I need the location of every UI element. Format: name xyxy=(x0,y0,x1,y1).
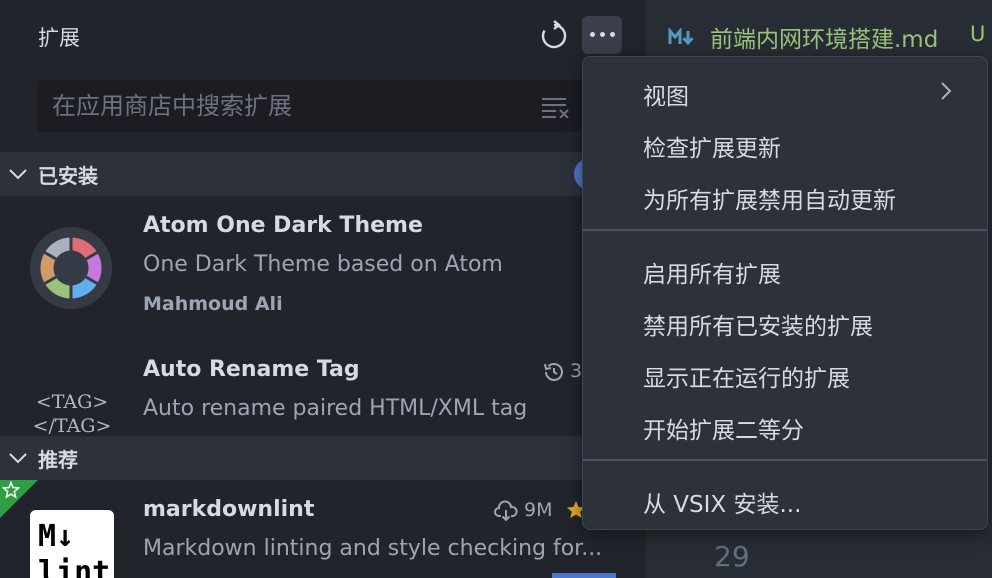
extensions-sidebar: 扩展 已安装 Atom One Dark The xyxy=(0,0,646,578)
extension-description: One Dark Theme based on Atom xyxy=(143,252,503,277)
chevron-down-icon xyxy=(9,169,27,180)
ellipsis-icon xyxy=(610,32,615,37)
editor-tab-title[interactable]: 前端内网环境搭建.md xyxy=(710,20,938,54)
menu-item-enable-all[interactable]: 启用所有扩展 xyxy=(643,255,781,289)
section-installed-header[interactable]: 已安装 xyxy=(0,152,646,196)
menu-separator xyxy=(583,459,987,461)
search-input[interactable] xyxy=(38,80,528,132)
tag-logo-line: <TAG> xyxy=(36,391,108,413)
more-actions-button[interactable] xyxy=(582,16,622,54)
clear-filter-icon[interactable] xyxy=(540,96,570,118)
section-recommended-label: 推荐 xyxy=(38,448,78,472)
install-button-edge[interactable] xyxy=(552,573,616,578)
sidebar-title: 扩展 xyxy=(38,26,80,50)
atom-theme-logo-icon xyxy=(30,227,112,309)
menu-item-disable-auto-update[interactable]: 为所有扩展禁用自动更新 xyxy=(643,181,896,215)
section-installed-label: 已安装 xyxy=(38,164,98,188)
tab-git-status: U xyxy=(970,22,986,46)
extension-publisher: Mahmoud Ali xyxy=(143,293,283,315)
extension-stat: 3 xyxy=(570,360,583,382)
extension-name: Auto Rename Tag xyxy=(143,357,360,382)
chevron-down-icon xyxy=(9,453,27,464)
extension-name: Atom One Dark Theme xyxy=(143,213,423,238)
menu-item-start-bisect[interactable]: 开始扩展二等分 xyxy=(643,411,804,445)
section-recommended-header[interactable]: 推荐 xyxy=(0,436,646,480)
chevron-right-icon xyxy=(941,82,952,100)
ellipsis-icon xyxy=(590,32,595,37)
menu-item-disable-all-installed[interactable]: 禁用所有已安装的扩展 xyxy=(643,307,873,341)
extension-description: Markdown linting and style checking for.… xyxy=(143,536,603,561)
line-number: 29 xyxy=(714,540,750,573)
search-box xyxy=(38,80,584,132)
refresh-icon[interactable] xyxy=(538,20,570,52)
menu-item-show-running[interactable]: 显示正在运行的扩展 xyxy=(643,359,850,393)
tag-logo-line: </TAG> xyxy=(34,415,110,437)
menu-item-view[interactable]: 视图 xyxy=(643,77,689,111)
menu-item-install-vsix[interactable]: 从 VSIX 安装... xyxy=(643,485,801,519)
markdownlint-logo-text: M↓ xyxy=(38,519,74,554)
ellipsis-icon xyxy=(600,32,605,37)
download-count: 9M xyxy=(524,499,553,521)
tag-logo-icon: <TAG> </TAG> xyxy=(34,391,110,437)
markdownlint-logo-text: lint xyxy=(38,555,110,578)
markdown-file-icon xyxy=(668,28,694,46)
menu-separator xyxy=(583,229,987,231)
more-actions-menu: 视图 检查扩展更新 为所有扩展禁用自动更新 启用所有扩展 禁用所有已安装的扩展 … xyxy=(582,56,988,530)
menu-item-check-updates[interactable]: 检查扩展更新 xyxy=(643,129,781,163)
history-icon xyxy=(544,363,563,381)
markdownlint-logo-icon: M↓ lint xyxy=(30,510,114,578)
extension-name: markdownlint xyxy=(143,497,315,522)
cloud-download-icon xyxy=(494,500,518,522)
extension-description: Auto rename paired HTML/XML tag xyxy=(143,396,528,421)
